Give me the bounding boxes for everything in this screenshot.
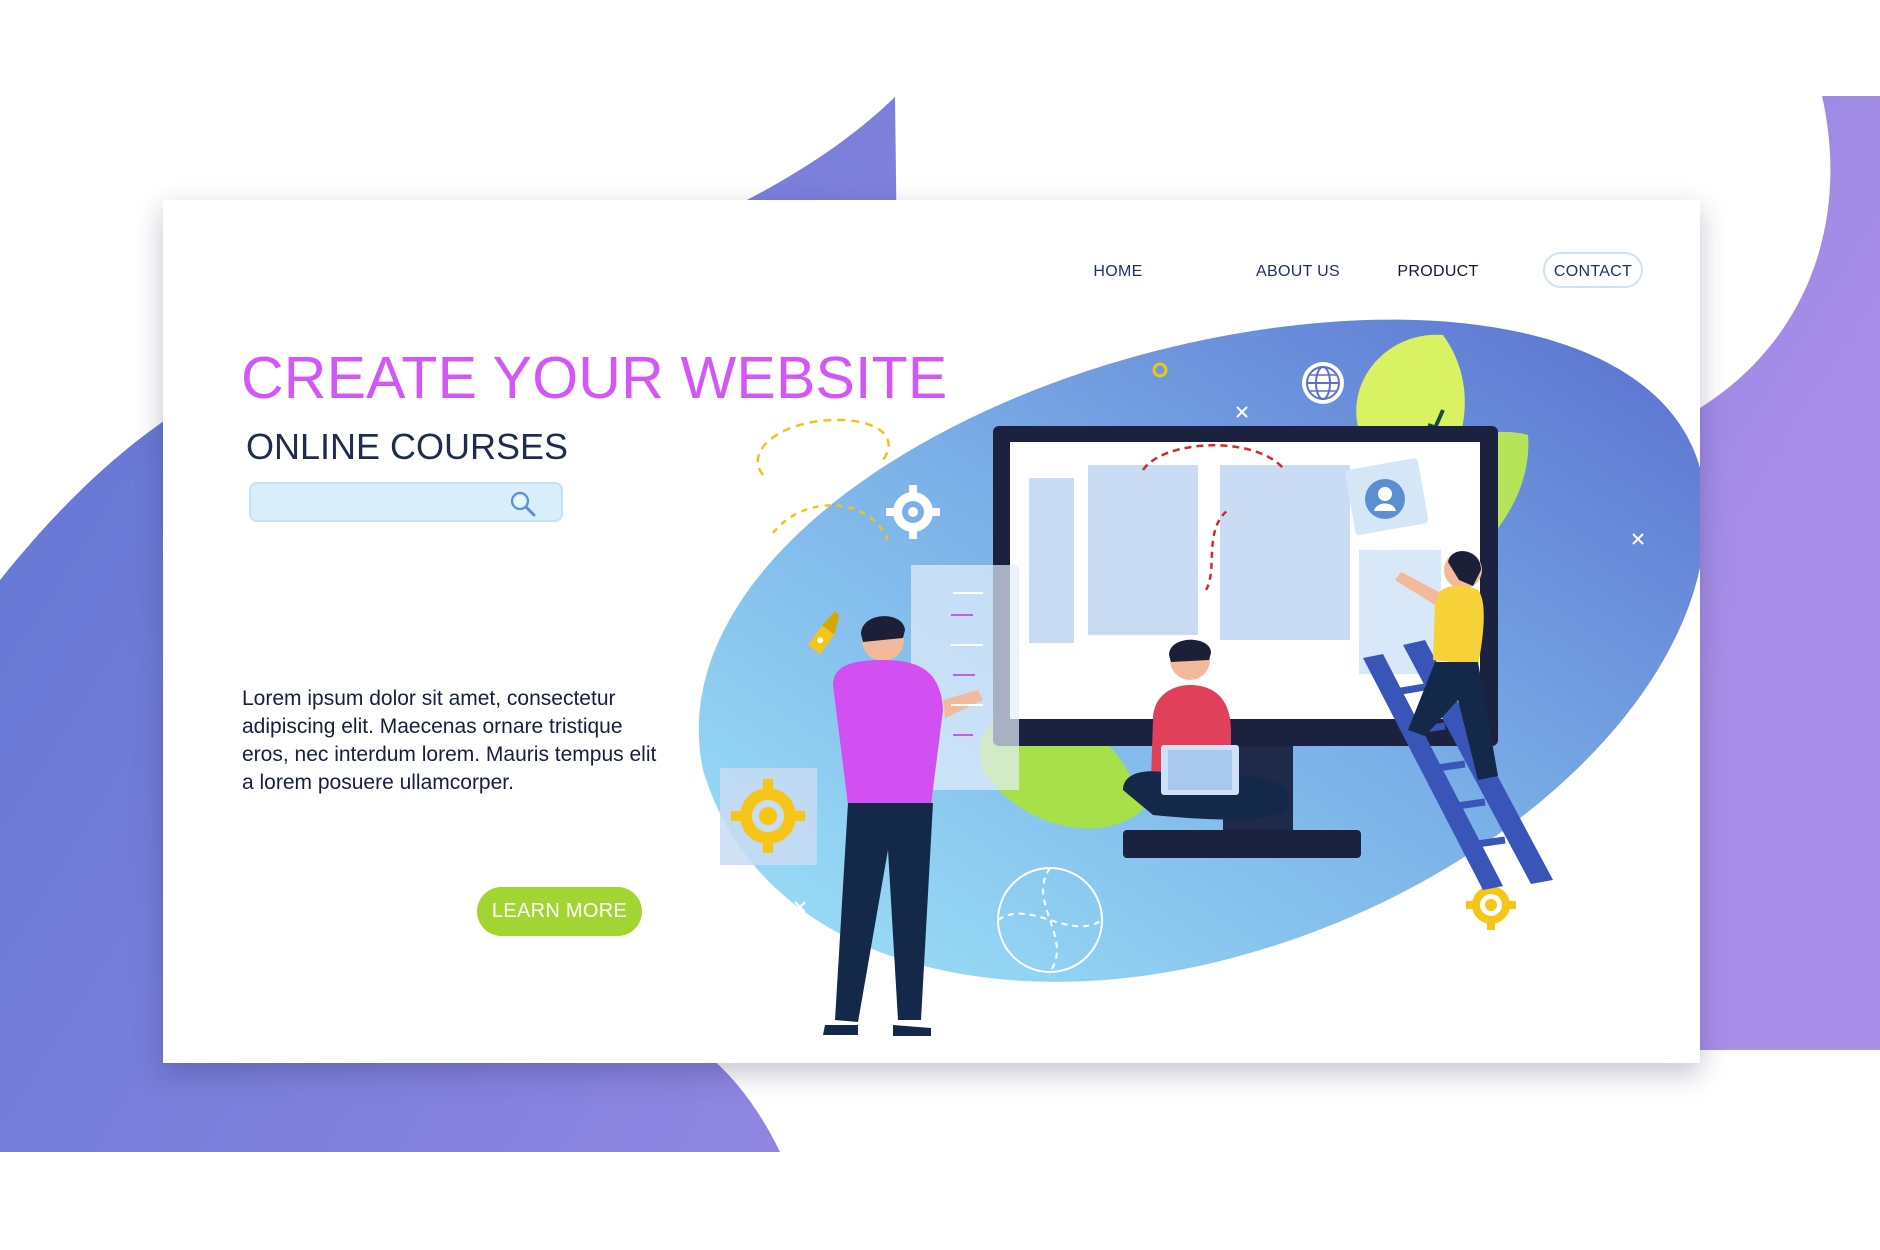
search-bar <box>249 482 563 522</box>
top-nav: HOME ABOUT US PRODUCT CONTACT <box>163 252 1700 292</box>
landing-card: HOME ABOUT US PRODUCT CONTACT CREATE YOU… <box>163 200 1700 1063</box>
gear-icon-panel <box>720 768 817 865</box>
screen-panel-2 <box>1220 465 1350 640</box>
page-subtitle: ONLINE COURSES <box>246 426 569 467</box>
landing-page-screen: HOME ABOUT US PRODUCT CONTACT CREATE YOU… <box>0 0 1880 1250</box>
globe-icon <box>1302 362 1344 404</box>
nav-contact[interactable]: CONTACT <box>1543 252 1643 288</box>
dashed-circle <box>756 418 890 476</box>
search-input[interactable] <box>259 484 503 522</box>
nav-home[interactable]: HOME <box>1073 252 1163 292</box>
nav-product[interactable]: PRODUCT <box>1363 252 1513 292</box>
user-avatar-icon <box>1345 458 1429 535</box>
screen-column <box>1029 478 1074 643</box>
nav-about-us[interactable]: ABOUT US <box>1223 252 1373 292</box>
search-icon[interactable] <box>507 488 539 520</box>
hero-illustration <box>698 319 1700 1036</box>
learn-more-button[interactable]: LEARN MORE <box>477 887 642 936</box>
intro-paragraph: Lorem ipsum dolor sit amet, consectetur … <box>242 687 657 794</box>
screen-panel-1 <box>1088 465 1198 635</box>
